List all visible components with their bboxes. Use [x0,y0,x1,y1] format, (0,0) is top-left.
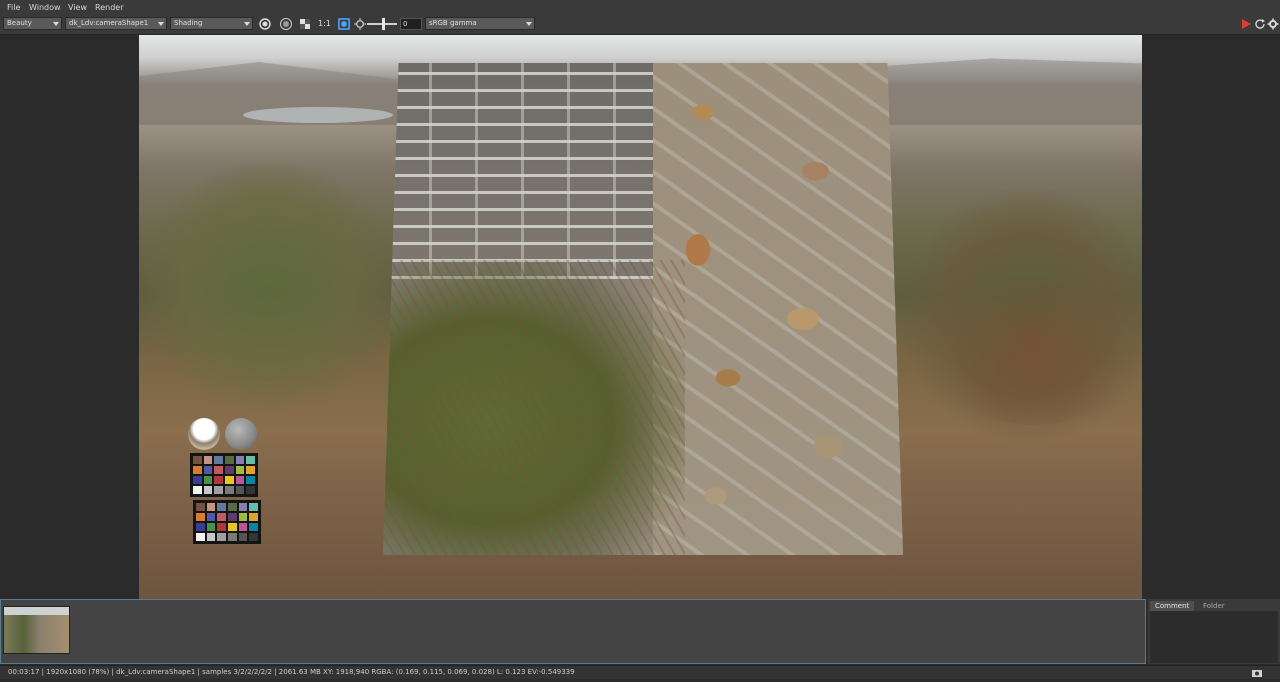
checker-patch [193,476,202,484]
thumbnail-sky [4,607,69,615]
brick-stone-area [383,63,675,280]
menu-view[interactable]: View [68,3,87,12]
snapshot-strip [0,599,1146,664]
colorspace-dropdown[interactable]: sRGB gamma [425,17,535,30]
checker-patch [238,513,248,521]
status-bar: 00:03:17 | 1920x1080 (78%) | dk_Ldv:came… [0,665,1280,679]
checker-patch [228,503,237,511]
color-checker [193,500,261,544]
checker-patch [206,523,216,531]
checkerboard-icon[interactable] [298,17,312,31]
checker-patch [228,523,237,531]
checker-patch [225,466,234,474]
checker-patch [228,513,237,521]
checker-patch [238,503,248,511]
comment-panel: Comment Folder [1148,599,1280,664]
checker-patch [225,476,234,484]
shading-dropdown[interactable]: Shading [170,17,253,30]
disc-icon[interactable] [279,17,293,31]
checker-patch [214,456,223,464]
checker-patch [203,476,213,484]
checker-patch [235,456,245,464]
render-play-icon[interactable] [1239,17,1253,31]
checker-patch [196,533,205,541]
menu-render[interactable]: Render [95,3,123,12]
checker-patch [235,466,245,474]
background-tree [929,275,1139,425]
checker-patch [238,523,248,531]
camera-label: dk_Ldv:cameraShape1 [69,19,149,27]
chrome-ball [188,418,220,450]
exposure-value-field[interactable]: 0 [400,18,422,30]
gear-icon[interactable] [1266,17,1280,31]
colorspace-label: sRGB gamma [429,19,477,27]
comment-textarea[interactable] [1150,611,1278,663]
checker-patch [196,503,205,511]
tab-folder[interactable]: Folder [1198,601,1230,611]
grey-ball [225,418,257,450]
menu-file[interactable]: File [7,3,20,12]
exposure-icon[interactable] [353,17,367,31]
checker-patch [196,513,205,521]
checker-patch [235,486,245,494]
checker-patch [225,456,234,464]
checker-patch [193,486,202,494]
checker-patch [193,466,202,474]
checker-patch [246,456,255,464]
checker-patch [203,486,213,494]
color-checker [190,453,258,497]
exposure-slider-handle[interactable] [382,18,385,30]
checker-patch [214,466,223,474]
checker-patch [249,513,258,521]
checker-patch [214,476,223,484]
tab-comment[interactable]: Comment [1150,601,1195,611]
checker-patch [238,533,248,541]
snapshot-thumbnail[interactable] [3,606,70,654]
aov-dropdown[interactable]: Beauty [3,17,62,30]
stone-wall-material [383,63,903,555]
checker-patch [246,486,255,494]
background-lake [243,107,393,123]
checker-patch [206,513,216,521]
checker-patch [249,503,258,511]
rubble-stone-area [653,63,903,555]
checker-patch [203,466,213,474]
render-image[interactable] [139,35,1142,599]
background-bushes-left [139,155,399,415]
checker-patch [235,476,245,484]
checker-patch [228,533,237,541]
chevron-down-icon [53,22,59,26]
shading-label: Shading [174,19,203,27]
aov-label: Beauty [7,19,32,27]
checker-patch [217,503,226,511]
region-icon[interactable] [337,17,351,31]
chevron-down-icon [158,22,164,26]
checker-patch [193,456,202,464]
checker-patch [217,533,226,541]
checker-patch [196,523,205,531]
camera-dropdown[interactable]: dk_Ldv:cameraShape1 [65,17,167,30]
render-toolbar: Beauty dk_Ldv:cameraShape1 Shading 1:1 0… [0,15,1280,35]
checker-patch [249,523,258,531]
checker-patch [249,533,258,541]
moss-area [383,259,685,555]
checker-patch [214,486,223,494]
menu-bar: File Window View Render [0,0,1280,15]
snapshot-icon[interactable] [1250,666,1264,680]
checker-patch [225,486,234,494]
status-text: 00:03:17 | 1920x1080 (78%) | dk_Ldv:came… [8,668,575,676]
checker-patch [246,466,255,474]
refresh-icon[interactable] [1253,17,1267,31]
chevron-down-icon [244,22,250,26]
checker-patch [246,476,255,484]
checker-patch [217,513,226,521]
checker-patch [206,533,216,541]
ratio-label[interactable]: 1:1 [318,19,331,28]
sphere-icon[interactable] [258,17,272,31]
checker-patch [206,503,216,511]
menu-window[interactable]: Window [29,3,61,12]
checker-patch [217,523,226,531]
chevron-down-icon [526,22,532,26]
checker-patch [203,456,213,464]
